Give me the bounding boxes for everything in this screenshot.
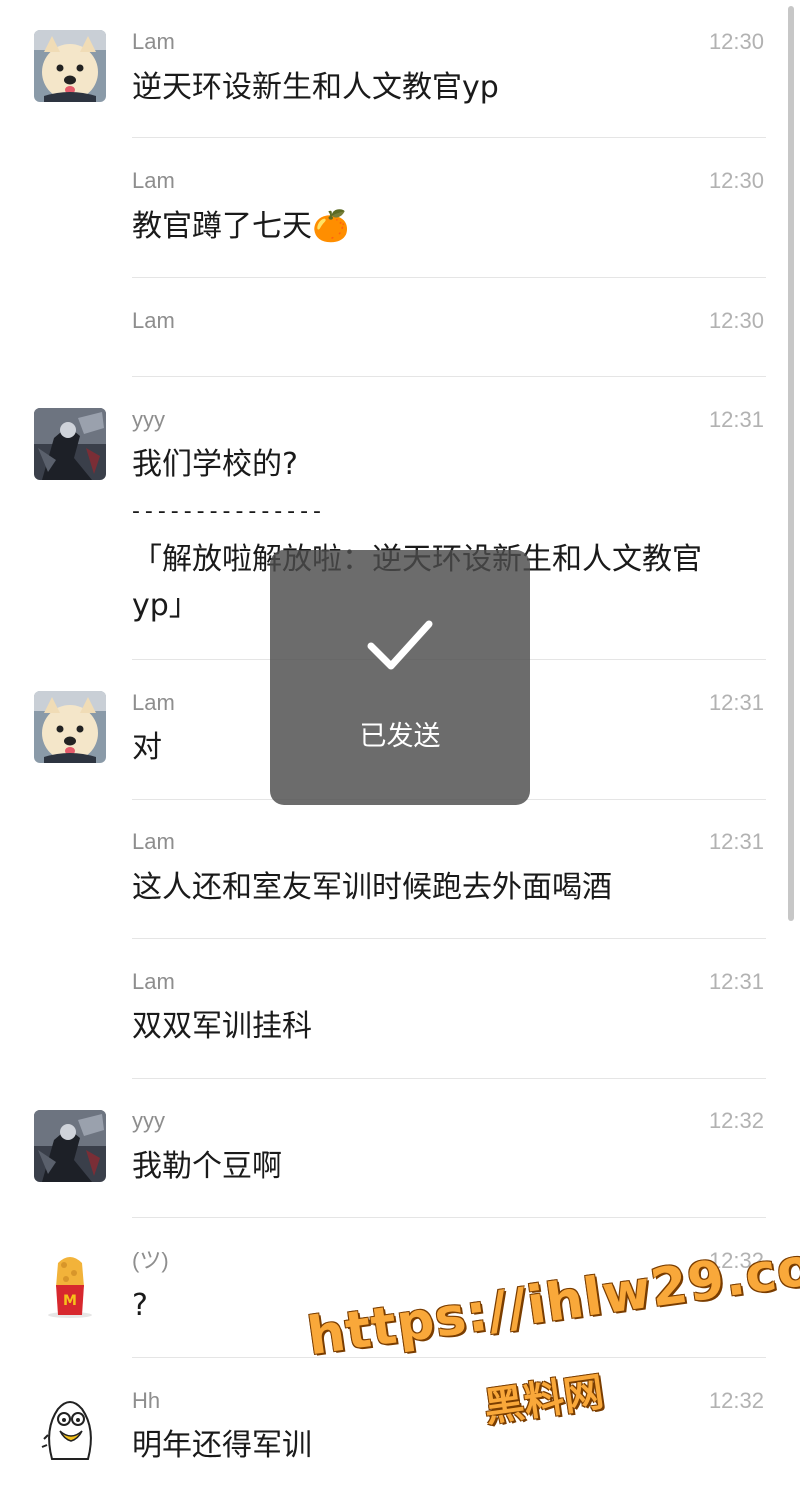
sender-name: Lam [132, 29, 175, 54]
sent-toast: 已发送 [270, 550, 530, 805]
dark-art-avatar[interactable] [34, 1110, 106, 1182]
sender-name: (ツ) [132, 1248, 169, 1273]
message-time: 12:30 [708, 168, 764, 193]
message-time: 12:30 [708, 308, 764, 333]
message-text: 双双军训挂科 [132, 1009, 312, 1044]
divider [132, 938, 766, 939]
svg-text:M: M [63, 1293, 77, 1309]
duck-avatar[interactable] [34, 1389, 106, 1461]
message-time: 12:32 [708, 1108, 764, 1133]
sender-name: Lam [132, 829, 175, 854]
divider [132, 277, 766, 278]
message-text: 这人还和室友军训时候跑去外面喝酒 [132, 870, 612, 905]
dog-avatar[interactable] [34, 691, 106, 763]
fries-avatar[interactable]: M [34, 1249, 106, 1321]
message-time: 12:31 [708, 407, 764, 432]
message-time: 12:31 [708, 969, 764, 994]
divider [132, 1217, 766, 1218]
sender-name: yyy [132, 407, 165, 432]
sender-name: Lam [132, 969, 175, 994]
message-text: 我们学校的? [132, 447, 298, 482]
sender-name: Lam [132, 168, 175, 193]
quote-separator: - - - - - - - - - - - - - - - [132, 499, 321, 524]
dog-avatar[interactable] [34, 30, 106, 102]
message-time: 12:31 [708, 690, 764, 715]
scrollbar[interactable] [788, 6, 794, 921]
watermark-label: 黑料网 [481, 1369, 607, 1432]
watermark: https://ihlw29.com 黑料网 [304, 1229, 800, 1438]
divider [132, 376, 766, 377]
divider [132, 137, 766, 138]
check-icon [367, 620, 433, 670]
message-time: 12:30 [708, 29, 764, 54]
sender-name: Hh [132, 1388, 161, 1413]
watermark-url: https://ihlw29.com [304, 1229, 800, 1368]
divider [132, 1078, 766, 1079]
toast-label: 已发送 [359, 721, 441, 752]
message-text: 逆天环设新生和人文教官yp [132, 70, 499, 105]
dark-art-avatar[interactable] [34, 408, 106, 480]
sender-name: yyy [132, 1108, 165, 1133]
message-time: 12:31 [708, 829, 764, 854]
message-text: 教官蹲了七天🍊 [132, 209, 350, 244]
message-text: 我勒个豆啊 [132, 1149, 282, 1184]
sender-name: Lam [132, 690, 175, 715]
sender-name: Lam [132, 308, 175, 333]
